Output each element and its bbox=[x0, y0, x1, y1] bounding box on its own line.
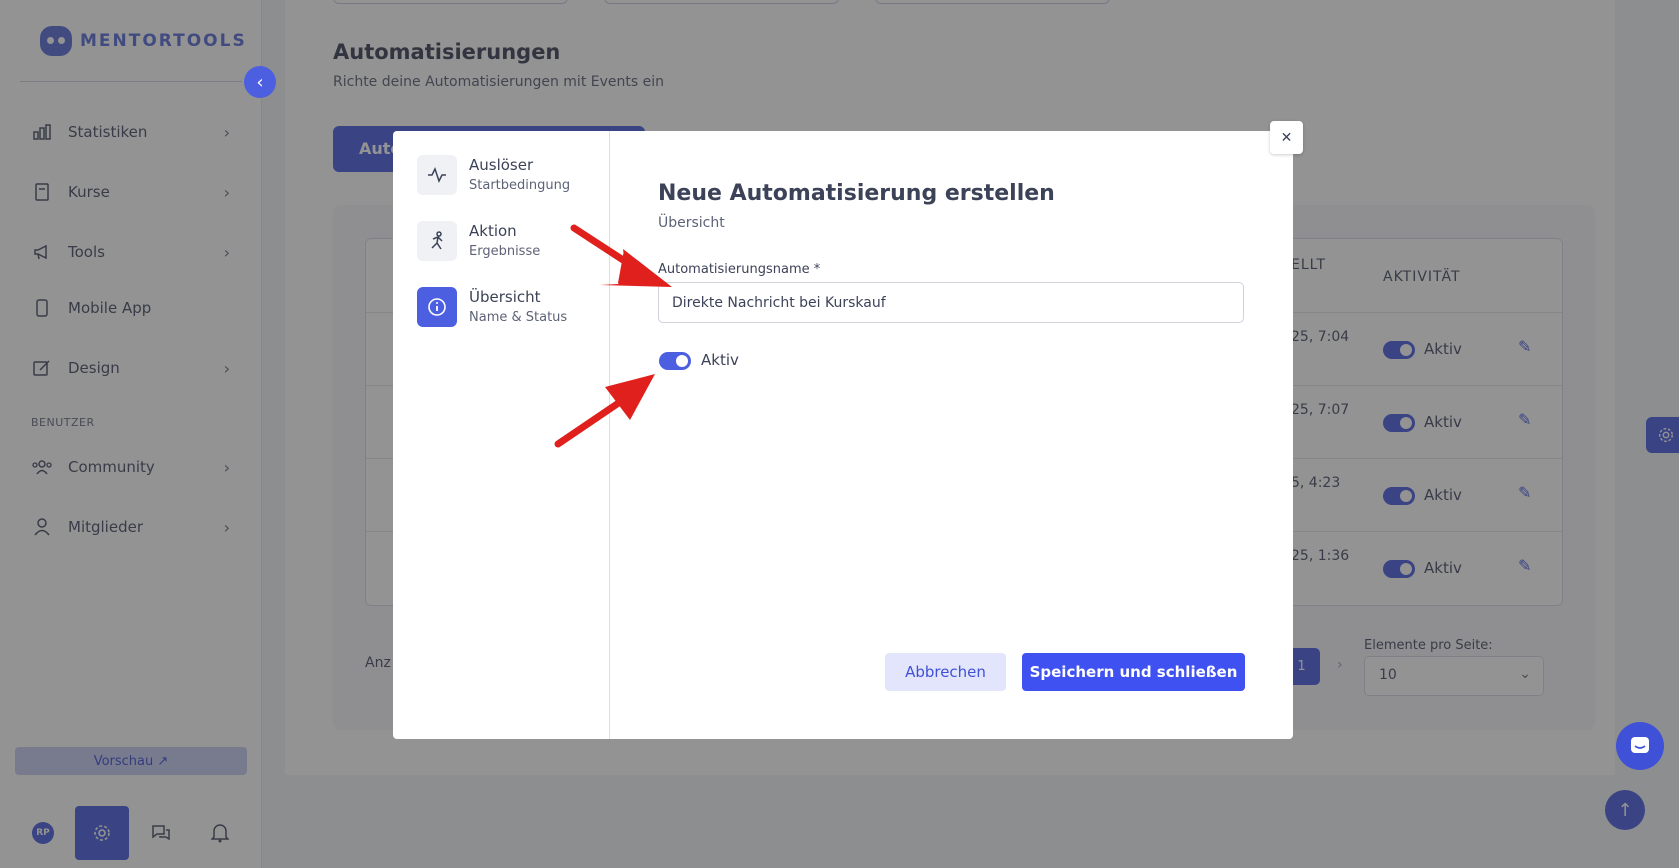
step-subtitle: Startbedingung bbox=[469, 178, 571, 193]
dialog-subtitle: Übersicht bbox=[658, 215, 725, 231]
step-aktion[interactable]: Aktion Ergebnisse bbox=[417, 221, 597, 263]
step-title: Auslöser bbox=[469, 156, 534, 174]
step-title: Übersicht bbox=[469, 288, 541, 306]
save-and-close-button[interactable]: Speichern und schließen bbox=[1022, 653, 1245, 691]
automation-name-label: Automatisierungsname * bbox=[658, 262, 821, 277]
pulse-icon bbox=[417, 155, 457, 195]
info-icon bbox=[417, 287, 457, 327]
active-toggle-label: Aktiv bbox=[701, 351, 739, 369]
close-icon: ✕ bbox=[1280, 129, 1293, 146]
running-person-icon bbox=[417, 221, 457, 261]
step-uebersicht[interactable]: Übersicht Name & Status bbox=[417, 287, 597, 329]
step-subtitle: Ergebnisse bbox=[469, 244, 541, 259]
close-dialog-button[interactable]: ✕ bbox=[1270, 121, 1303, 154]
active-toggle[interactable] bbox=[659, 352, 691, 370]
chat-icon bbox=[1631, 737, 1649, 753]
step-title: Aktion bbox=[469, 222, 517, 240]
chevron-left-icon: ‹ bbox=[256, 71, 264, 93]
step-ausloeser[interactable]: Auslöser Startbedingung bbox=[417, 155, 597, 197]
dialog-title: Neue Automatisierung erstellen bbox=[658, 181, 1055, 206]
wizard-steps: Auslöser Startbedingung Aktion Ergebniss… bbox=[393, 131, 610, 739]
step-subtitle: Name & Status bbox=[469, 310, 568, 325]
create-automation-dialog: Auslöser Startbedingung Aktion Ergebniss… bbox=[393, 131, 1293, 739]
cancel-button[interactable]: Abbrechen bbox=[885, 653, 1006, 691]
collapse-sidebar-button[interactable]: ‹ bbox=[244, 66, 276, 98]
chat-support-button[interactable] bbox=[1616, 722, 1664, 770]
automation-name-input[interactable] bbox=[658, 282, 1244, 323]
